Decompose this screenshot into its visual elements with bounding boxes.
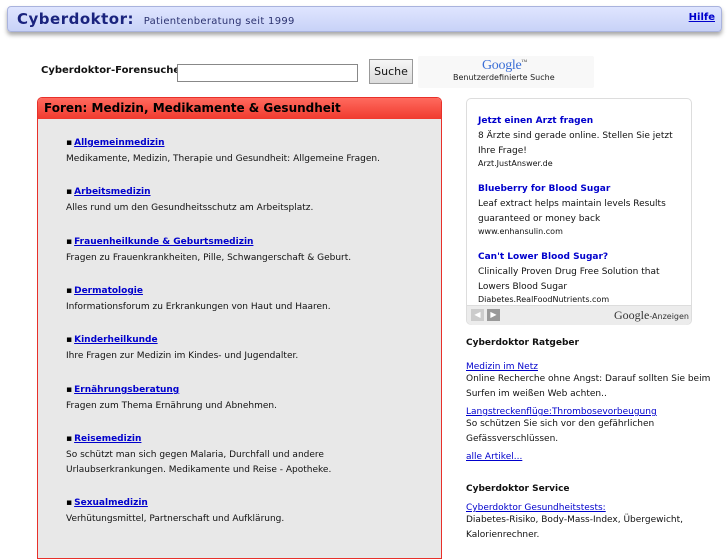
help-link[interactable]: Hilfe bbox=[689, 12, 715, 23]
service-section: Cyberdoktor Service Cyberdoktor Gesundhe… bbox=[466, 484, 716, 543]
forum-description: Fragen zu Frauenkrankheiten, Pille, Schw… bbox=[66, 253, 352, 263]
forum-search-bar: Cyberdoktor-Forensuche: Suche Google™ Be… bbox=[0, 56, 727, 88]
ratgeber-text: So schützen Sie sich vor den gefährliche… bbox=[466, 419, 655, 444]
forum-item: ▪ Allgemeinmedizin Medikamente, Medizin, … bbox=[66, 138, 426, 167]
forum-description: Informationsforum zu Erkrankungen von Ha… bbox=[66, 302, 331, 312]
forum-item: ▪ Dermatologie Informationsforum zu Erkra… bbox=[66, 286, 426, 315]
ratgeber-text: Online Recherche ohne Angst: Darauf soll… bbox=[466, 374, 711, 399]
forum-item: ▪ Arbeitsmedizin Alles rund um den Gesund… bbox=[66, 187, 426, 216]
search-input[interactable] bbox=[177, 64, 358, 82]
anzeigen-label: -Anzeigen bbox=[649, 312, 689, 321]
google-ads-logo: Google bbox=[614, 308, 650, 322]
bullet-icon: ▪ bbox=[66, 237, 73, 247]
service-heading: Cyberdoktor Service bbox=[466, 484, 570, 494]
brand-tagline: Patientenberatung seit 1999 bbox=[143, 16, 295, 27]
forum-link-kinderheilkunde[interactable]: Kinderheilkunde bbox=[74, 335, 157, 345]
service-link-gesundheitstests[interactable]: Cyberdoktor Gesundheitstests: bbox=[466, 503, 716, 513]
ratgeber-section: Cyberdoktor Ratgeber Medizin im Netz Onl… bbox=[466, 338, 716, 462]
forum-description: Ihre Fragen zur Medizin im Kindes- und J… bbox=[66, 351, 299, 361]
google-logo-text: Google bbox=[482, 58, 522, 73]
all-articles-link[interactable]: alle Artikel... bbox=[466, 452, 716, 462]
forum-item: ▪ Kinderheilkunde Ihre Fragen zur Medizin… bbox=[66, 335, 426, 364]
ratgeber-heading: Cyberdoktor Ratgeber bbox=[466, 338, 579, 348]
brand-name: Cyberdoktor: bbox=[17, 10, 134, 28]
google-ads-box: Jetzt einen Arzt fragen 8 Ärzte sind ger… bbox=[466, 98, 692, 325]
forum-item: ▪ Frauenheilkunde & Geburtsmedizin Fragen… bbox=[66, 237, 426, 266]
google-tm: ™ bbox=[521, 59, 528, 66]
forum-item: ▪ Sexualmedizin Verhütungsmittel, Partner… bbox=[66, 498, 426, 527]
google-logo: Google™ bbox=[482, 58, 527, 74]
forum-link-dermatologie[interactable]: Dermatologie bbox=[74, 286, 143, 296]
ad-title-link[interactable]: Jetzt einen Arzt fragen bbox=[478, 116, 593, 126]
bullet-icon: ▪ bbox=[66, 385, 73, 395]
ad-title-link[interactable]: Blueberry for Blood Sugar bbox=[478, 184, 610, 194]
google-custom-search-branding: Google™ Benutzerdefinierte Suche bbox=[418, 56, 594, 88]
ad-text: 8 Ärzte sind gerade online. Stellen Sie … bbox=[478, 131, 673, 156]
ad-url: www.enhansulin.com bbox=[478, 227, 563, 236]
forum-description: Alles rund um den Gesundheitsschutz am A… bbox=[66, 203, 314, 213]
forum-link-arbeitsmedizin[interactable]: Arbeitsmedizin bbox=[74, 187, 150, 197]
prev-ad-arrow-icon[interactable]: ◀ bbox=[471, 309, 484, 321]
bullet-icon: ▪ bbox=[66, 138, 73, 148]
forum-item: ▪ Ernährungsberatung Fragen zum Thema Ern… bbox=[66, 385, 426, 414]
ad-item: Jetzt einen Arzt fragen 8 Ärzte sind ger… bbox=[478, 108, 678, 168]
google-anzeigen-link[interactable]: Google-Anzeigen bbox=[614, 308, 689, 323]
ad-text: Clinically Proven Drug Free Solution tha… bbox=[478, 267, 660, 292]
forum-panel-header: Foren: Medizin, Medikamente & Gesundheit bbox=[38, 98, 441, 119]
bullet-icon: ▪ bbox=[66, 187, 73, 197]
search-button[interactable]: Suche bbox=[369, 59, 413, 84]
forum-link-ernaehrungsberatung[interactable]: Ernährungsberatung bbox=[74, 385, 179, 395]
google-caption: Benutzerdefinierte Suche bbox=[453, 73, 555, 82]
ad-item: Blueberry for Blood Sugar Leaf extract h… bbox=[478, 176, 678, 236]
bullet-icon: ▪ bbox=[66, 498, 73, 508]
top-bar: Cyberdoktor: Patientenberatung seit 1999… bbox=[7, 6, 722, 32]
ad-text: Leaf extract helps maintain levels Resul… bbox=[478, 199, 666, 224]
bullet-icon: ▪ bbox=[66, 335, 73, 345]
ad-url: Arzt.JustAnswer.de bbox=[478, 159, 553, 168]
forum-description: Fragen zum Thema Ernährung und Abnehmen. bbox=[66, 401, 277, 411]
ad-title-link[interactable]: Can't Lower Blood Sugar? bbox=[478, 252, 608, 262]
forum-description: So schützt man sich gegen Malaria, Durch… bbox=[66, 450, 332, 475]
bullet-icon: ▪ bbox=[66, 434, 73, 444]
forum-link-sexualmedizin[interactable]: Sexualmedizin bbox=[74, 498, 148, 508]
forum-link-frauenheilkunde[interactable]: Frauenheilkunde & Geburtsmedizin bbox=[74, 237, 253, 247]
site-brand: Cyberdoktor: Patientenberatung seit 1999 bbox=[17, 10, 295, 28]
ads-footer: ◀ ▶ Google-Anzeigen bbox=[467, 305, 691, 325]
forum-link-reisemedizin[interactable]: Reisemedizin bbox=[74, 434, 141, 444]
service-text: Diabetes-Risiko, Body-Mass-Index, Überge… bbox=[466, 515, 684, 540]
bullet-icon: ▪ bbox=[66, 286, 73, 296]
forum-panel: Foren: Medizin, Medikamente & Gesundheit… bbox=[37, 97, 442, 559]
forum-item: ▪ Reisemedizin So schützt man sich gegen … bbox=[66, 434, 366, 478]
forum-link-allgemeinmedizin[interactable]: Allgemeinmedizin bbox=[74, 138, 164, 148]
forum-description: Medikamente, Medizin, Therapie und Gesun… bbox=[66, 154, 380, 164]
next-ad-arrow-icon[interactable]: ▶ bbox=[487, 309, 500, 321]
forum-description: Verhütungsmittel, Partnerschaft und Aufk… bbox=[66, 514, 285, 524]
ad-url: Diabetes.RealFoodNutrients.com bbox=[478, 295, 610, 304]
search-label: Cyberdoktor-Forensuche: bbox=[41, 65, 185, 76]
ratgeber-link-medizin-im-netz[interactable]: Medizin im Netz bbox=[466, 362, 716, 372]
ad-item: Can't Lower Blood Sugar? Clinically Prov… bbox=[478, 244, 678, 304]
ratgeber-link-langstreckenfluege[interactable]: Langstreckenflüge:Thrombosevorbeugung bbox=[466, 407, 716, 417]
